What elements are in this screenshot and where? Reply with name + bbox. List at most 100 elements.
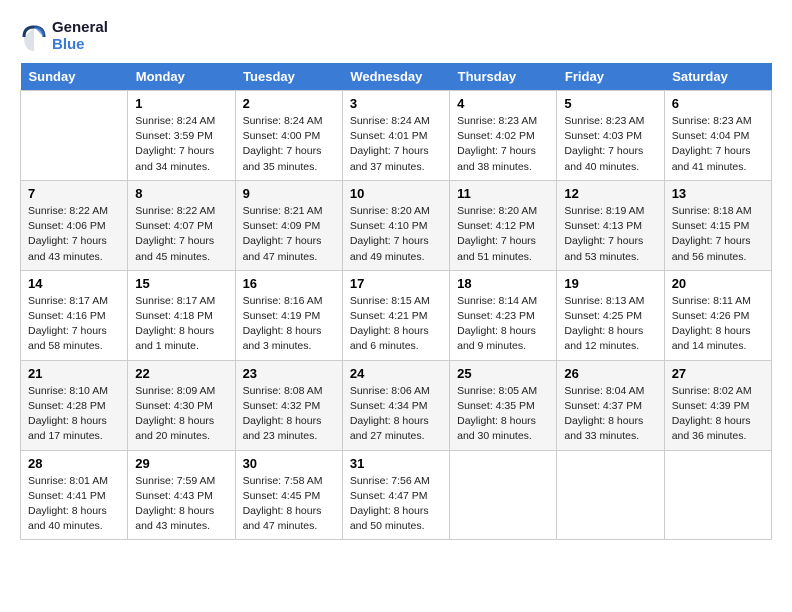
logo-line2: Blue <box>52 37 108 54</box>
day-info: Sunrise: 8:15 AMSunset: 4:21 PMDaylight:… <box>350 294 442 355</box>
calendar-cell: 22Sunrise: 8:09 AMSunset: 4:30 PMDayligh… <box>128 360 235 450</box>
header-wednesday: Wednesday <box>342 63 449 91</box>
day-info: Sunrise: 8:10 AMSunset: 4:28 PMDaylight:… <box>28 384 120 445</box>
header-friday: Friday <box>557 63 664 91</box>
day-info: Sunrise: 8:23 AMSunset: 4:03 PMDaylight:… <box>564 114 656 175</box>
calendar-cell: 9Sunrise: 8:21 AMSunset: 4:09 PMDaylight… <box>235 180 342 270</box>
calendar-cell <box>664 450 771 540</box>
calendar-header-row: SundayMondayTuesdayWednesdayThursdayFrid… <box>21 63 772 91</box>
day-info: Sunrise: 8:13 AMSunset: 4:25 PMDaylight:… <box>564 294 656 355</box>
day-number: 11 <box>457 186 549 201</box>
day-info: Sunrise: 7:56 AMSunset: 4:47 PMDaylight:… <box>350 474 442 535</box>
header-sunday: Sunday <box>21 63 128 91</box>
day-number: 4 <box>457 96 549 111</box>
logo-icon <box>20 23 48 51</box>
calendar-cell: 17 Sunrise: 8:15 AMSunset: 4:21 PMDayligh… <box>342 270 449 360</box>
day-number: 14 <box>28 276 120 291</box>
day-number: 30 <box>243 456 335 471</box>
day-number: 12 <box>564 186 656 201</box>
calendar-cell: 26 Sunrise: 8:04 AMSunset: 4:37 PMDayligh… <box>557 360 664 450</box>
calendar-table: SundayMondayTuesdayWednesdayThursdayFrid… <box>20 63 772 540</box>
day-info: Sunrise: 8:22 AMSunset: 4:06 PMDaylight:… <box>28 204 120 265</box>
calendar-cell: 12 Sunrise: 8:19 AMSunset: 4:13 PMDayligh… <box>557 180 664 270</box>
day-number: 3 <box>350 96 442 111</box>
day-number: 29 <box>135 456 227 471</box>
calendar-cell: 5 Sunrise: 8:23 AMSunset: 4:03 PMDaylight… <box>557 91 664 181</box>
day-number: 7 <box>28 186 120 201</box>
header-thursday: Thursday <box>450 63 557 91</box>
day-number: 16 <box>243 276 335 291</box>
calendar-cell: 31 Sunrise: 7:56 AMSunset: 4:47 PMDayligh… <box>342 450 449 540</box>
calendar-cell: 3 Sunrise: 8:24 AMSunset: 4:01 PMDaylight… <box>342 91 449 181</box>
calendar-cell: 4Sunrise: 8:23 AMSunset: 4:02 PMDaylight… <box>450 91 557 181</box>
day-number: 27 <box>672 366 764 381</box>
calendar-cell: 15 Sunrise: 8:17 AMSunset: 4:18 PMDayligh… <box>128 270 235 360</box>
day-info: Sunrise: 8:20 AMSunset: 4:10 PMDaylight:… <box>350 204 442 265</box>
day-info: Sunrise: 8:17 AMSunset: 4:16 PMDaylight:… <box>28 294 120 355</box>
calendar-cell: 16Sunrise: 8:16 AMSunset: 4:19 PMDayligh… <box>235 270 342 360</box>
week-row-3: 21 Sunrise: 8:10 AMSunset: 4:28 PMDayligh… <box>21 360 772 450</box>
day-info: Sunrise: 8:23 AMSunset: 4:04 PMDaylight:… <box>672 114 764 175</box>
day-number: 20 <box>672 276 764 291</box>
day-info: Sunrise: 8:02 AMSunset: 4:39 PMDaylight:… <box>672 384 764 445</box>
day-info: Sunrise: 7:58 AMSunset: 4:45 PMDaylight:… <box>243 474 335 535</box>
day-info: Sunrise: 8:18 AMSunset: 4:15 PMDaylight:… <box>672 204 764 265</box>
day-info: Sunrise: 8:08 AMSunset: 4:32 PMDaylight:… <box>243 384 335 445</box>
day-info: Sunrise: 8:24 AMSunset: 3:59 PMDaylight:… <box>135 114 227 175</box>
day-info: Sunrise: 8:21 AMSunset: 4:09 PMDaylight:… <box>243 204 335 265</box>
day-number: 6 <box>672 96 764 111</box>
day-number: 31 <box>350 456 442 471</box>
day-info: Sunrise: 8:09 AMSunset: 4:30 PMDaylight:… <box>135 384 227 445</box>
calendar-cell: 8Sunrise: 8:22 AMSunset: 4:07 PMDaylight… <box>128 180 235 270</box>
day-info: Sunrise: 8:20 AMSunset: 4:12 PMDaylight:… <box>457 204 549 265</box>
day-number: 26 <box>564 366 656 381</box>
day-number: 21 <box>28 366 120 381</box>
day-info: Sunrise: 8:06 AMSunset: 4:34 PMDaylight:… <box>350 384 442 445</box>
day-number: 18 <box>457 276 549 291</box>
week-row-4: 28 Sunrise: 8:01 AMSunset: 4:41 PMDayligh… <box>21 450 772 540</box>
page-header: General Blue <box>20 20 772 53</box>
calendar-cell: 13Sunrise: 8:18 AMSunset: 4:15 PMDayligh… <box>664 180 771 270</box>
header-saturday: Saturday <box>664 63 771 91</box>
calendar-body: 1 Sunrise: 8:24 AMSunset: 3:59 PMDaylight… <box>21 91 772 540</box>
calendar-cell: 30 Sunrise: 7:58 AMSunset: 4:45 PMDayligh… <box>235 450 342 540</box>
calendar-cell: 2 Sunrise: 8:24 AMSunset: 4:00 PMDaylight… <box>235 91 342 181</box>
calendar-cell: 6 Sunrise: 8:23 AMSunset: 4:04 PMDaylight… <box>664 91 771 181</box>
day-info: Sunrise: 8:01 AMSunset: 4:41 PMDaylight:… <box>28 474 120 535</box>
logo-line1: General <box>52 20 108 37</box>
day-number: 17 <box>350 276 442 291</box>
calendar-cell: 19 Sunrise: 8:13 AMSunset: 4:25 PMDayligh… <box>557 270 664 360</box>
calendar-cell: 7 Sunrise: 8:22 AMSunset: 4:06 PMDaylight… <box>21 180 128 270</box>
day-number: 24 <box>350 366 442 381</box>
day-info: Sunrise: 8:24 AMSunset: 4:00 PMDaylight:… <box>243 114 335 175</box>
day-info: Sunrise: 8:11 AMSunset: 4:26 PMDaylight:… <box>672 294 764 355</box>
day-number: 2 <box>243 96 335 111</box>
day-info: Sunrise: 8:14 AMSunset: 4:23 PMDaylight:… <box>457 294 549 355</box>
calendar-cell <box>450 450 557 540</box>
calendar-cell: 29 Sunrise: 7:59 AMSunset: 4:43 PMDayligh… <box>128 450 235 540</box>
header-monday: Monday <box>128 63 235 91</box>
week-row-1: 7 Sunrise: 8:22 AMSunset: 4:06 PMDaylight… <box>21 180 772 270</box>
calendar-cell: 11 Sunrise: 8:20 AMSunset: 4:12 PMDayligh… <box>450 180 557 270</box>
day-number: 28 <box>28 456 120 471</box>
day-info: Sunrise: 8:17 AMSunset: 4:18 PMDaylight:… <box>135 294 227 355</box>
day-number: 1 <box>135 96 227 111</box>
day-number: 5 <box>564 96 656 111</box>
week-row-0: 1 Sunrise: 8:24 AMSunset: 3:59 PMDaylight… <box>21 91 772 181</box>
calendar-cell: 24 Sunrise: 8:06 AMSunset: 4:34 PMDayligh… <box>342 360 449 450</box>
calendar-cell: 18 Sunrise: 8:14 AMSunset: 4:23 PMDayligh… <box>450 270 557 360</box>
day-info: Sunrise: 8:04 AMSunset: 4:37 PMDaylight:… <box>564 384 656 445</box>
day-info: Sunrise: 8:19 AMSunset: 4:13 PMDaylight:… <box>564 204 656 265</box>
calendar-cell: 14 Sunrise: 8:17 AMSunset: 4:16 PMDayligh… <box>21 270 128 360</box>
day-info: Sunrise: 7:59 AMSunset: 4:43 PMDaylight:… <box>135 474 227 535</box>
calendar-cell: 25Sunrise: 8:05 AMSunset: 4:35 PMDayligh… <box>450 360 557 450</box>
calendar-cell <box>21 91 128 181</box>
logo: General Blue <box>20 20 108 53</box>
header-tuesday: Tuesday <box>235 63 342 91</box>
day-info: Sunrise: 8:24 AMSunset: 4:01 PMDaylight:… <box>350 114 442 175</box>
day-number: 15 <box>135 276 227 291</box>
day-number: 19 <box>564 276 656 291</box>
week-row-2: 14 Sunrise: 8:17 AMSunset: 4:16 PMDayligh… <box>21 270 772 360</box>
calendar-cell: 21 Sunrise: 8:10 AMSunset: 4:28 PMDayligh… <box>21 360 128 450</box>
day-number: 25 <box>457 366 549 381</box>
